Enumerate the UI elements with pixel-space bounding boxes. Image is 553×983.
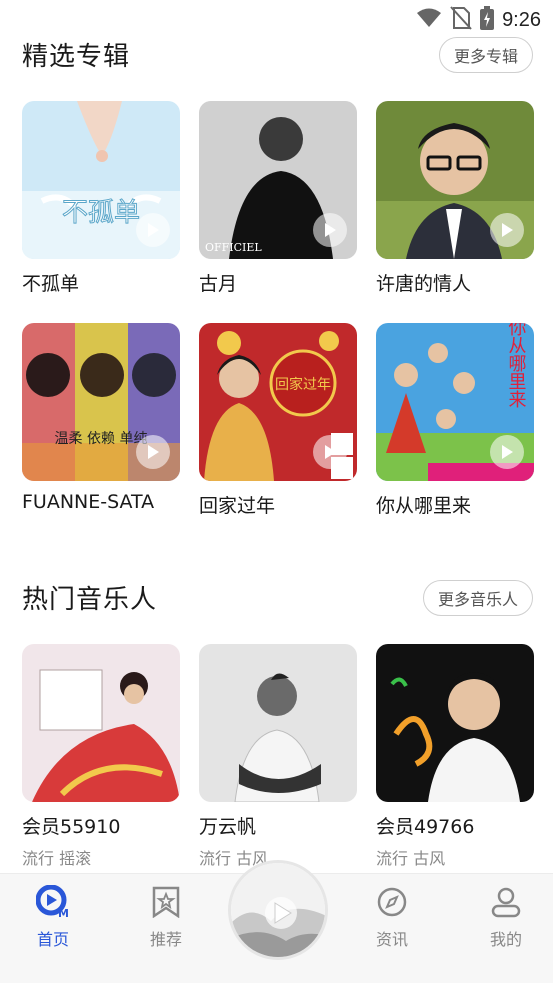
play-icon[interactable] bbox=[313, 213, 347, 247]
play-icon[interactable] bbox=[490, 435, 524, 469]
play-icon[interactable] bbox=[136, 213, 170, 247]
album-title: FUANNE-SATA bbox=[22, 491, 155, 513]
svg-text:温柔 依赖 单纯: 温柔 依赖 单纯 bbox=[55, 431, 148, 447]
svg-text:不孤单: 不孤单 bbox=[62, 198, 140, 228]
album-card[interactable]: 许唐的情人 bbox=[376, 101, 534, 323]
album-title: 回家过年 bbox=[199, 495, 276, 517]
album-card[interactable]: 不孤单 不孤单 bbox=[22, 101, 180, 323]
artists-section-title: 热门音乐人 bbox=[22, 585, 158, 615]
nav-news-label: 资讯 bbox=[375, 930, 408, 949]
battery-charging-icon bbox=[480, 6, 495, 34]
album-cover[interactable]: 不孤单 bbox=[22, 101, 180, 259]
status-bar: 9:26 bbox=[0, 0, 553, 36]
artist-name: 万云帆 bbox=[199, 816, 257, 838]
artist-photo[interactable] bbox=[22, 644, 180, 802]
svg-text:OFFICIEL: OFFICIEL bbox=[205, 241, 262, 254]
album-cover[interactable]: 你从哪里来 bbox=[376, 323, 534, 481]
nav-mine[interactable]: 我的 bbox=[466, 884, 546, 950]
album-title: 古月 bbox=[199, 273, 238, 295]
more-artists-button[interactable]: 更多音乐人 bbox=[422, 579, 533, 616]
nav-recommend-label: 推荐 bbox=[149, 930, 182, 949]
album-card[interactable]: 你从哪里来 你从哪里来 bbox=[376, 323, 534, 545]
album-card[interactable]: 回家过年 回家过年 bbox=[199, 323, 357, 545]
album-title: 你从哪里来 bbox=[376, 495, 472, 517]
artist-card[interactable]: 万云帆 流行 古风 bbox=[199, 644, 357, 869]
artist-name: 会员49766 bbox=[376, 816, 475, 838]
bottom-nav: M 首页 推荐 资讯 我的 bbox=[0, 860, 553, 983]
album-cover[interactable]: OFFICIEL bbox=[199, 101, 357, 259]
artist-card[interactable]: 会员55910 流行 摇滚 bbox=[22, 644, 180, 869]
artists-section-header: 热门音乐人 更多音乐人 bbox=[22, 579, 533, 616]
artist-name: 会员55910 bbox=[22, 816, 121, 838]
album-cover[interactable]: 回家过年 bbox=[199, 323, 357, 481]
play-icon[interactable] bbox=[490, 213, 524, 247]
nav-home[interactable]: M 首页 bbox=[13, 884, 93, 950]
star-bookmark-icon bbox=[126, 884, 206, 920]
albums-section-title: 精选专辑 bbox=[22, 42, 131, 72]
status-time: 9:26 bbox=[502, 8, 541, 31]
svg-text:你从哪里来: 你从哪里来 bbox=[506, 323, 527, 408]
album-card[interactable]: 温柔 依赖 单纯 FUANNE-SATA bbox=[22, 323, 180, 545]
wifi-icon bbox=[416, 7, 442, 33]
artist-photo[interactable] bbox=[199, 644, 357, 802]
albums-grid: 不孤单 不孤单 OFFICIEL 古月 许唐的情人 温柔 依赖 单纯 FUANN… bbox=[22, 101, 534, 545]
svg-text:M: M bbox=[58, 907, 69, 919]
artists-grid: 会员55910 流行 摇滚 万云帆 流行 古风 会员49766 流行 古风 bbox=[22, 644, 534, 869]
album-cover[interactable] bbox=[376, 101, 534, 259]
nav-home-label: 首页 bbox=[36, 930, 69, 949]
album-title: 不孤单 bbox=[22, 273, 80, 295]
artist-card[interactable]: 会员49766 流行 古风 bbox=[376, 644, 534, 869]
no-sim-icon bbox=[450, 6, 472, 34]
play-icon[interactable] bbox=[313, 435, 347, 469]
album-cover[interactable]: 温柔 依赖 单纯 bbox=[22, 323, 180, 481]
artist-genres: 流行 摇滚 bbox=[22, 849, 92, 868]
artist-genres: 流行 古风 bbox=[376, 849, 446, 868]
nav-news[interactable]: 资讯 bbox=[352, 884, 432, 950]
home-music-icon: M bbox=[13, 884, 93, 920]
albums-section-header: 精选专辑 更多专辑 bbox=[22, 36, 533, 73]
album-title: 许唐的情人 bbox=[376, 273, 472, 295]
artist-photo[interactable] bbox=[376, 644, 534, 802]
more-albums-button[interactable]: 更多专辑 bbox=[438, 36, 533, 73]
now-playing-disc[interactable] bbox=[228, 860, 328, 960]
nav-recommend[interactable]: 推荐 bbox=[126, 884, 206, 950]
compass-icon bbox=[352, 884, 432, 920]
user-icon bbox=[466, 884, 546, 920]
svg-text:回家过年: 回家过年 bbox=[275, 376, 331, 393]
nav-mine-label: 我的 bbox=[489, 930, 522, 949]
play-icon[interactable] bbox=[136, 435, 170, 469]
album-card[interactable]: OFFICIEL 古月 bbox=[199, 101, 357, 323]
